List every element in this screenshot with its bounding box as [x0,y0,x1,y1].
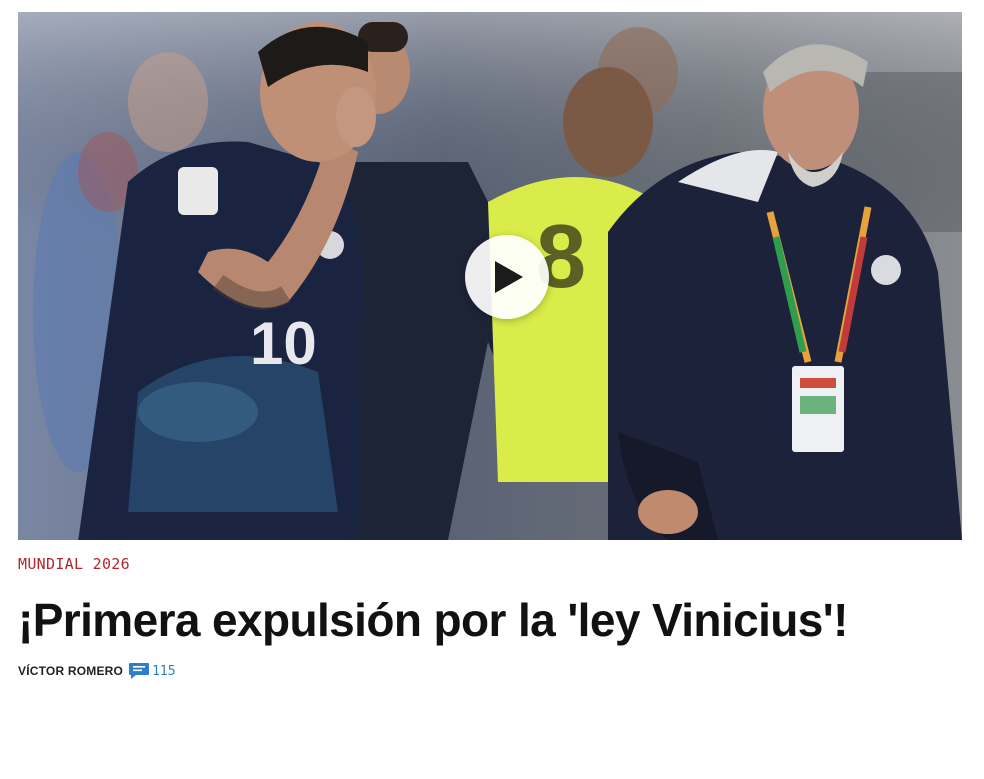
comment-bubble-icon [129,663,150,679]
article-card: 8 10 MUNDIAL 2026 ¡Primera expulsión por… [0,0,984,779]
section-link[interactable]: MUNDIAL 2026 [18,555,130,573]
comments-link[interactable]: 115 [128,662,176,680]
player-jersey-number: 10 [250,310,317,377]
play-button[interactable] [465,235,549,319]
author-link[interactable]: VÍCTOR ROMERO [18,664,123,678]
article-headline[interactable]: ¡Primera expulsión por la 'ley Vinicius'… [18,590,848,650]
comment-count: 115 [152,663,176,679]
play-icon [495,261,523,293]
byline: VÍCTOR ROMERO 115 [18,662,176,680]
video-thumbnail[interactable]: 8 10 [18,12,962,540]
